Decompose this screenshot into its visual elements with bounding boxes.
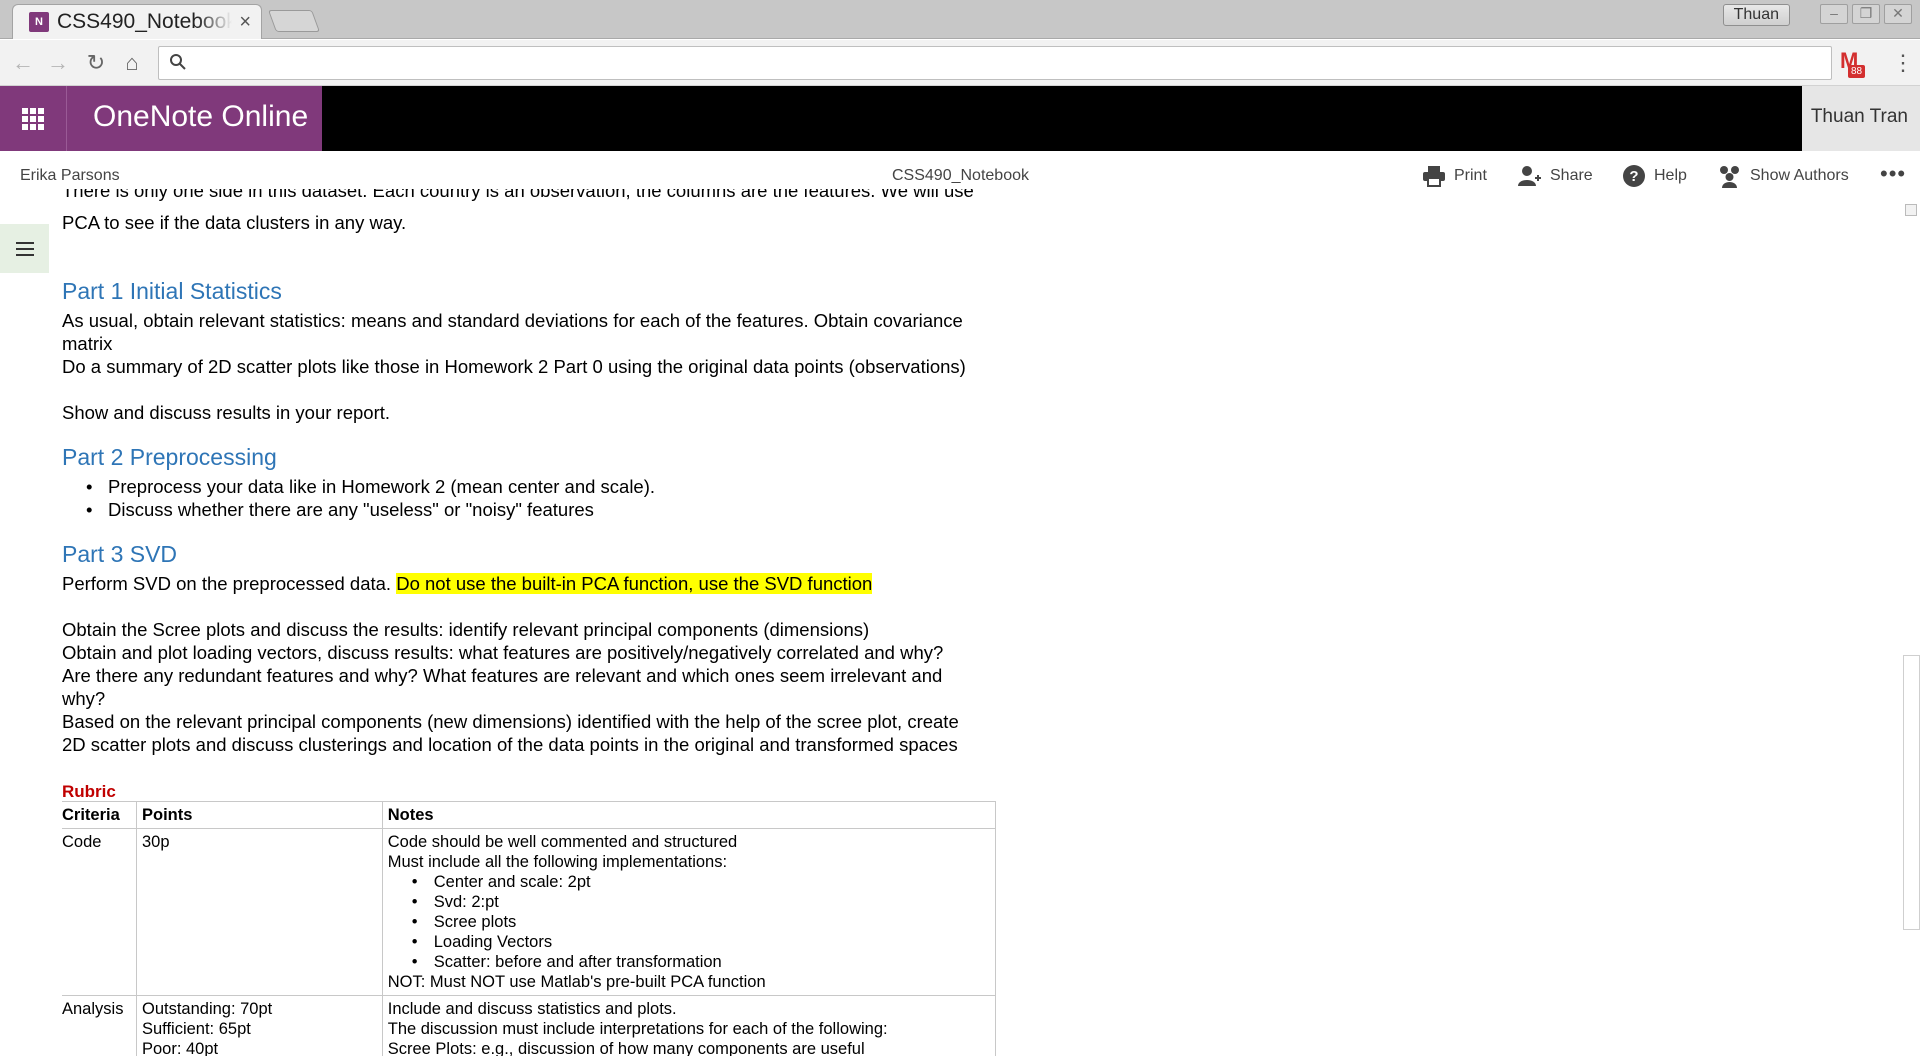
help-icon: ? (1623, 165, 1645, 187)
notes-cell: Include and discuss statistics and plots… (381, 995, 997, 1056)
profile-button[interactable]: Thuan (1722, 4, 1790, 26)
implementation-list: Center and scale: 2pt Svd: 2:pt Scree pl… (388, 872, 990, 972)
part2-heading: Part 2 Preprocessing (62, 444, 277, 470)
browser-menu-icon[interactable]: ⋮ (1892, 50, 1914, 76)
rubric-label: Rubric (62, 782, 116, 801)
list-item: Center and scale: 2pt (388, 872, 990, 892)
part3-text: why? (62, 688, 106, 709)
column-header: Notes (381, 801, 997, 829)
highlighted-warning: Do not use the built-in PCA function, us… (396, 573, 873, 594)
criteria-cell: Code (62, 828, 137, 996)
part1-text: As usual, obtain relevant statistics: me… (62, 310, 963, 331)
more-options-icon[interactable]: ••• (1880, 161, 1906, 187)
share-button[interactable]: Share (1518, 163, 1593, 189)
onenote-favicon-icon: N (29, 12, 49, 32)
help-label: Help (1654, 167, 1687, 184)
part3-text: Obtain and plot loading vectors, discuss… (62, 642, 944, 663)
part3-text: Based on the relevant principal componen… (62, 711, 959, 732)
list-item: Scree plots (388, 912, 990, 932)
note-text: Include and discuss statistics and plots… (387, 1000, 677, 1018)
browser-toolbar: ← → ↻ ⌂ M 88 ⋮ (0, 40, 1920, 86)
waffle-icon (22, 107, 44, 130)
hamburger-icon (15, 241, 34, 256)
rubric-table: Criteria Points Notes Code 30p Code shou… (62, 801, 997, 1056)
list-item: Svd: 2:pt (388, 892, 990, 912)
show-authors-button[interactable]: Show Authors (1718, 163, 1849, 189)
column-header: Criteria (62, 801, 137, 829)
scrollbar-thumb[interactable] (1903, 655, 1920, 930)
part2-bullet: Discuss whether there are any "useless" … (86, 498, 594, 521)
user-account-button[interactable]: Thuan Tran (1802, 86, 1920, 151)
app-name-block[interactable]: OneNote Online (66, 86, 322, 151)
navigation-toggle-button[interactable] (0, 224, 49, 273)
part3-heading: Part 3 SVD (62, 541, 178, 567)
points-level: Poor: 40pt (141, 1040, 219, 1056)
table-row: Code 30p Code should be well commented a… (62, 828, 997, 996)
note-text: Must include all the following implement… (387, 853, 728, 871)
list-item: Scatter: before and after transformation (388, 952, 990, 972)
address-bar[interactable] (158, 46, 1832, 80)
app-header: OneNote Online Thuan Tran (0, 86, 1920, 151)
column-header: Points (135, 801, 383, 829)
printer-icon (1423, 166, 1445, 187)
points-cell: 30p (135, 828, 383, 996)
tab-close-icon[interactable]: × (239, 11, 251, 34)
intro-text-line-1: There is only one side in this dataset. … (62, 189, 974, 201)
gmail-unread-badge: 88 (1848, 65, 1866, 78)
part1-text: Show and discuss results in your report. (62, 402, 391, 423)
user-name: Thuan Tran (1810, 106, 1908, 127)
help-button[interactable]: ? Help (1622, 163, 1687, 189)
note-text: Scree Plots: e.g., discussion of how man… (387, 1040, 865, 1056)
gmail-extension-icon[interactable]: M 88 (1838, 48, 1868, 78)
browser-tab-bar: N CSS490_Notebook × Thuan – ❐ ✕ (0, 0, 1920, 39)
print-button[interactable]: Print (1422, 163, 1487, 189)
new-tab-button[interactable] (267, 10, 321, 32)
note-text: Code should be well commented and struct… (387, 833, 738, 851)
home-icon[interactable]: ⌂ (118, 49, 146, 77)
list-item: Loading Vectors (388, 932, 990, 952)
tab-title: CSS490_Notebook (57, 10, 232, 33)
add-person-icon (1518, 166, 1541, 186)
part1-heading: Part 1 Initial Statistics (62, 278, 282, 304)
notes-cell: Code should be well commented and struct… (381, 828, 997, 996)
close-window-button[interactable]: ✕ (1884, 4, 1912, 24)
points-level: Outstanding: 70pt (141, 1000, 273, 1018)
back-arrow-icon[interactable]: ← (9, 49, 37, 77)
table-header-row: Criteria Points Notes (62, 801, 997, 829)
part3-text: Are there any redundant features and why… (62, 665, 943, 686)
intro-text-line-2: PCA to see if the data clusters in any w… (62, 212, 407, 233)
authors-icon (1720, 166, 1739, 188)
search-icon (170, 54, 186, 70)
table-row: Analysis Outstanding: 70pt Sufficient: 6… (62, 995, 997, 1056)
notebook-owner[interactable]: Erika Parsons (20, 167, 120, 185)
notebook-title[interactable]: CSS490_Notebook (892, 167, 1029, 185)
part2-bullet: Preprocess your data like in Homework 2 … (86, 475, 655, 498)
forward-arrow-icon[interactable]: → (44, 49, 72, 77)
points-level: Sufficient: 65pt (141, 1020, 251, 1038)
part1-text: matrix (62, 333, 113, 354)
restore-button[interactable]: ❐ (1852, 4, 1880, 24)
page-content[interactable]: There is only one side in this dataset. … (62, 189, 1002, 1056)
print-label: Print (1454, 167, 1487, 184)
note-text: The discussion must include interpretati… (387, 1020, 888, 1038)
part1-text: Do a summary of 2D scatter plots like th… (62, 356, 966, 377)
app-launcher-button[interactable] (0, 86, 66, 151)
criteria-cell: Analysis (62, 995, 137, 1056)
note-text: NOT: Must NOT use Matlab's pre-built PCA… (387, 973, 766, 991)
minimize-button[interactable]: – (1820, 4, 1848, 24)
reload-icon[interactable]: ↻ (82, 49, 110, 77)
part3-text: 2D scatter plots and discuss clusterings… (62, 734, 958, 755)
svg-text:?: ? (1629, 168, 1638, 185)
part3-instruction: Perform SVD on the preprocessed data. Do… (62, 573, 873, 594)
points-cell: Outstanding: 70pt Sufficient: 65pt Poor:… (135, 995, 383, 1056)
part3-text: Obtain the Scree plots and discuss the r… (62, 619, 870, 640)
share-label: Share (1550, 167, 1593, 184)
app-name: OneNote Online (93, 100, 309, 133)
browser-tab[interactable]: N CSS490_Notebook × (12, 4, 262, 39)
show-authors-label: Show Authors (1750, 167, 1849, 184)
scroll-up-arrow-icon[interactable] (1905, 204, 1917, 216)
